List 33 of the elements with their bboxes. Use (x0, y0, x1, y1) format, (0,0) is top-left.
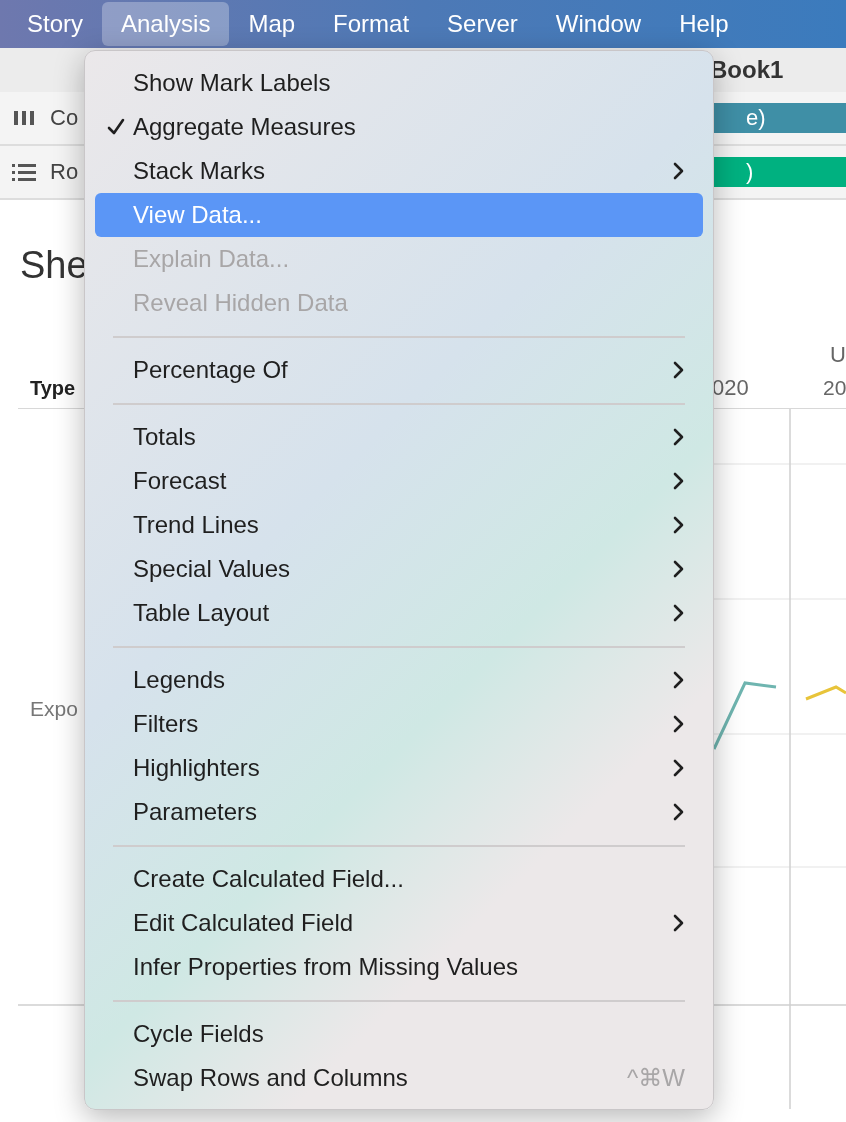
menu-bar-item[interactable]: Server (428, 2, 537, 46)
menu-item[interactable]: Highlighters (95, 746, 703, 790)
shelf-label: Ro (50, 159, 79, 185)
column-header: 020 (712, 375, 750, 401)
menu-item[interactable]: Forecast (95, 459, 703, 503)
rows-icon (12, 162, 36, 182)
menu-item[interactable]: Edit Calculated Field (95, 901, 703, 945)
menu-bar-item[interactable]: Help (660, 2, 748, 46)
menu-item[interactable]: Totals (95, 415, 703, 459)
row-header: Type (30, 376, 77, 400)
menu-item[interactable]: Create Calculated Field... (95, 857, 703, 901)
menu-bar-item[interactable]: Window (536, 2, 661, 46)
row-label: Expo (30, 697, 78, 721)
menu-item[interactable]: Percentage Of (95, 348, 703, 392)
menu-item[interactable]: Parameters (95, 790, 703, 834)
columns-icon (12, 108, 36, 128)
menu-item[interactable]: Show Mark Labels (95, 61, 703, 105)
menu-item[interactable]: Infer Properties from Missing Values (95, 945, 703, 989)
menu-bar-item[interactable]: Format (314, 2, 429, 46)
column-header: 20 (823, 376, 846, 400)
menu-item[interactable]: Table Layout (95, 591, 703, 635)
column-header: U (830, 342, 846, 368)
shortcut-text: ^⌘W (627, 1064, 685, 1092)
shelf-label: Co (50, 105, 79, 131)
menu-item[interactable]: Trend Lines (95, 503, 703, 547)
menu-item[interactable]: Legends (95, 658, 703, 702)
menu-item[interactable]: Swap Rows and Columns ^⌘W (95, 1056, 703, 1100)
menu-bar-item[interactable]: Map (229, 2, 315, 46)
menu-item[interactable]: Cycle Fields (95, 1012, 703, 1056)
sheet-title: She (20, 244, 88, 286)
menu-item[interactable]: Special Values (95, 547, 703, 591)
menu-item[interactable]: Filters (95, 702, 703, 746)
menu-bar-item[interactable]: Story (8, 2, 102, 46)
